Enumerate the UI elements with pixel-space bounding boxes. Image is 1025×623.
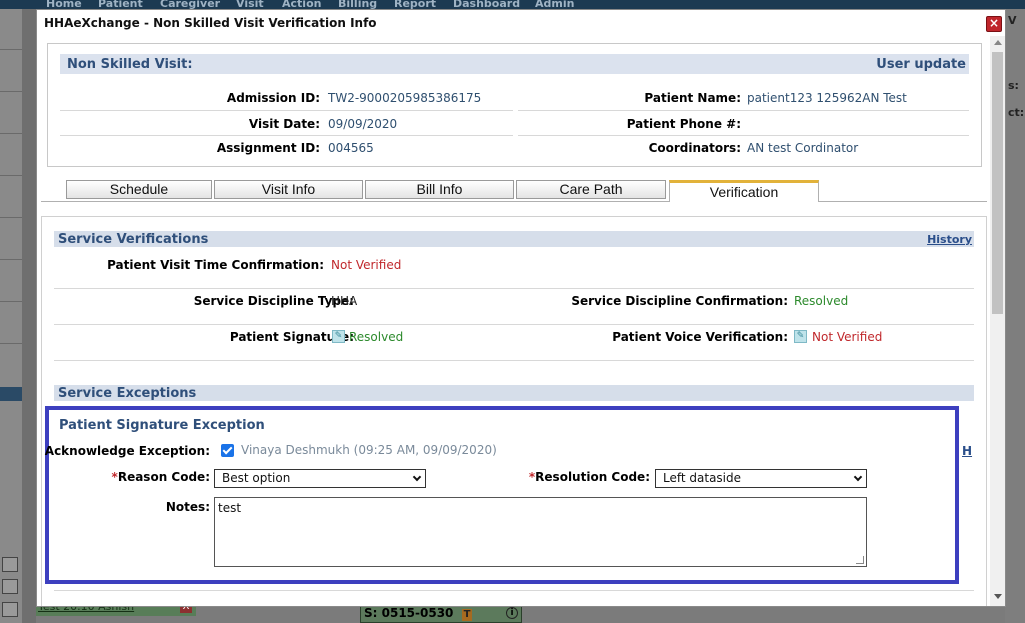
admission-id-label: Admission ID: bbox=[226, 91, 320, 105]
patient-signature-value: Resolved bbox=[349, 330, 404, 344]
info-icon[interactable]: i bbox=[506, 607, 518, 619]
coordinators-value: AN test Cordinator bbox=[747, 141, 859, 155]
user-update-label: User update bbox=[876, 57, 966, 72]
chevron-down-icon bbox=[853, 472, 863, 482]
signature-icon[interactable]: ✎ bbox=[332, 330, 345, 343]
acknowledge-exception-label: Acknowledge Exception: bbox=[44, 444, 210, 458]
visit-info-header: Non Skilled Visit: User update bbox=[60, 54, 969, 74]
background-nav-bar: Home Patient Caregiver Visit Action Bill… bbox=[0, 0, 1025, 10]
resolution-code-value: Left dataside bbox=[663, 471, 742, 485]
notes-value: test bbox=[218, 501, 242, 515]
visit-date-value: 09/09/2020 bbox=[328, 117, 398, 131]
resize-grip-icon[interactable] bbox=[856, 556, 864, 564]
assignment-id-value: 004565 bbox=[328, 141, 374, 155]
background-selected-row bbox=[0, 387, 22, 401]
visit-time-confirmation-label: Patient Visit Time Confirmation: bbox=[107, 258, 324, 272]
reason-code-value: Best option bbox=[222, 471, 291, 485]
visit-time-confirmation-value: Not Verified bbox=[331, 258, 402, 272]
tab-care-path[interactable]: Care Path bbox=[516, 180, 666, 199]
service-exceptions-header: Service Exceptions bbox=[54, 385, 974, 401]
discipline-confirmation-value: Resolved bbox=[794, 294, 849, 308]
acknowledge-exception-value: Vinaya Deshmukh (09:25 AM, 09/09/2020) bbox=[241, 443, 497, 457]
visit-date-label: Visit Date: bbox=[248, 117, 320, 131]
visit-info-panel: Non Skilled Visit: User update Admission… bbox=[47, 43, 982, 167]
tab-bill-info[interactable]: Bill Info bbox=[365, 180, 514, 199]
acknowledge-checkbox[interactable] bbox=[221, 444, 234, 457]
slot-badge: T bbox=[461, 609, 473, 621]
patient-signature-exception-box: Patient Signature Exception Acknowledge … bbox=[45, 406, 959, 584]
h-link[interactable]: H bbox=[962, 444, 972, 458]
notes-textarea[interactable]: test bbox=[214, 497, 867, 567]
patient-name-value: patient123 125962AN Test bbox=[747, 91, 907, 105]
chevron-down-icon bbox=[412, 472, 422, 482]
tab-visit-info[interactable]: Visit Info bbox=[214, 180, 363, 199]
discipline-type-label: Service Discipline Type: bbox=[193, 294, 354, 308]
service-verifications-title: Service Verifications bbox=[58, 232, 209, 247]
notes-label: Notes: bbox=[165, 500, 210, 514]
background-fragment: s: bbox=[1008, 79, 1019, 92]
scrollbar-thumb[interactable] bbox=[992, 52, 1003, 314]
patient-voice-value: Not Verified bbox=[812, 330, 883, 344]
admission-id-value: TW2-9000205985386175 bbox=[328, 91, 482, 105]
background-left-panel bbox=[0, 9, 22, 623]
background-checkbox bbox=[2, 602, 18, 617]
discipline-type-value: HHA bbox=[331, 294, 358, 308]
scroll-up-arrow-icon[interactable] bbox=[994, 40, 1002, 45]
service-exceptions-title: Service Exceptions bbox=[58, 386, 197, 401]
background-checkbox bbox=[2, 557, 18, 572]
slot-time: S: 0515-0530 bbox=[364, 606, 454, 620]
close-button[interactable]: × bbox=[986, 16, 1002, 32]
section-title: Non Skilled Visit: bbox=[67, 57, 193, 72]
resolution-code-label: *Resolution Code: bbox=[528, 470, 650, 484]
modal-title: HHAeXchange - Non Skilled Visit Verifica… bbox=[44, 16, 377, 30]
scroll-down-arrow-icon[interactable] bbox=[994, 594, 1002, 599]
background-fragment: ct: bbox=[1008, 106, 1025, 119]
reason-code-select[interactable]: Best option bbox=[214, 469, 426, 488]
voice-icon[interactable]: ✎ bbox=[794, 330, 807, 343]
modal-titlebar: HHAeXchange - Non Skilled Visit Verifica… bbox=[37, 10, 1005, 36]
reason-code-label: *Reason Code: bbox=[111, 470, 210, 484]
resolution-code-select[interactable]: Left dataside bbox=[655, 469, 867, 488]
patient-phone-label: Patient Phone #: bbox=[626, 117, 741, 131]
tab-schedule[interactable]: Schedule bbox=[66, 180, 212, 199]
background-checkbox bbox=[2, 579, 18, 594]
service-verifications-header: Service Verifications History bbox=[54, 231, 974, 247]
patient-voice-label: Patient Voice Verification: bbox=[612, 330, 788, 344]
verification-modal: HHAeXchange - Non Skilled Visit Verifica… bbox=[36, 9, 1006, 607]
coordinators-label: Coordinators: bbox=[648, 141, 741, 155]
history-link[interactable]: History bbox=[927, 233, 972, 246]
background-fragment: V bbox=[1008, 14, 1017, 27]
patient-name-label: Patient Name: bbox=[644, 91, 741, 105]
assignment-id-label: Assignment ID: bbox=[216, 141, 320, 155]
discipline-confirmation-label: Service Discipline Confirmation: bbox=[571, 294, 788, 308]
exception-title: Patient Signature Exception bbox=[59, 418, 265, 433]
tab-verification[interactable]: Verification bbox=[669, 180, 819, 202]
background-right-panel: V s: ct: bbox=[1005, 9, 1025, 623]
